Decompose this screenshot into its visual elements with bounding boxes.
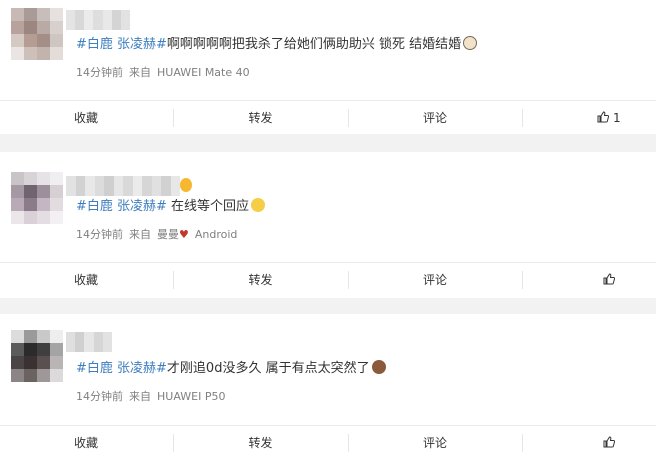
repost-button[interactable]: 转发: [174, 263, 347, 297]
post-time[interactable]: 14分钟前: [76, 66, 123, 79]
post-content: #白鹿 张凌赫#啊啊啊啊啊把我杀了给她们俩助助兴 锁死 结婚结婚: [76, 36, 478, 54]
badge-icon: [180, 178, 192, 192]
source-prefix: 来自: [129, 66, 151, 79]
hashtag-link[interactable]: #白鹿 张凌赫#: [76, 37, 167, 52]
divider: [522, 434, 523, 452]
like-button[interactable]: 1: [553, 101, 656, 135]
divider: [522, 271, 523, 289]
post-content: #白鹿 张凌赫# 在线等个回应: [76, 198, 266, 216]
action-bar: 收藏 转发 评论: [0, 425, 656, 460]
repost-button[interactable]: 转发: [174, 426, 347, 460]
post-meta: 14分钟前 来自 HUAWEI P50: [76, 388, 231, 404]
comment-button[interactable]: 评论: [349, 263, 521, 297]
crying-face-icon: [251, 198, 266, 212]
post-meta: 14分钟前 来自 曼曼♥ Android: [76, 226, 243, 242]
like-button[interactable]: [553, 263, 656, 297]
thumbs-up-icon: [603, 273, 615, 285]
thumbs-up-icon: [603, 436, 615, 448]
like-count: 1: [613, 111, 621, 125]
divider: [522, 109, 523, 127]
post-content: #白鹿 张凌赫#才刚追0d没多久 属于有点太突然了: [76, 360, 386, 378]
favorite-button[interactable]: 收藏: [0, 263, 172, 297]
avatar[interactable]: [11, 8, 63, 60]
post-source: HUAWEI Mate 40: [157, 66, 250, 79]
weibo-post: #白鹿 张凌赫#才刚追0d没多久 属于有点太突然了 14分钟前 来自 HUAWEI …: [0, 314, 656, 461]
avatar[interactable]: [11, 172, 63, 224]
post-time[interactable]: 14分钟前: [76, 228, 123, 241]
post-source: HUAWEI P50: [157, 390, 226, 403]
favorite-button[interactable]: 收藏: [0, 426, 172, 460]
weibo-post: #白鹿 张凌赫# 在线等个回应 14分钟前 来自 曼曼♥ Android 收藏 转发 …: [0, 152, 656, 298]
hashtag-link[interactable]: #白鹿 张凌赫#: [76, 199, 167, 214]
post-text: 啊啊啊啊啊把我杀了给她们俩助助兴 锁死 结婚结婚: [166, 37, 462, 52]
like-button[interactable]: [553, 426, 656, 460]
username-blurred[interactable]: [66, 176, 180, 196]
action-bar: 收藏 转发 评论: [0, 262, 656, 297]
post-source: Android: [194, 228, 238, 241]
comment-button[interactable]: 评论: [349, 426, 521, 460]
repost-button[interactable]: 转发: [174, 101, 347, 135]
username-blurred[interactable]: [66, 332, 112, 352]
post-text: 在线等个回应: [166, 199, 250, 214]
hashtag-link[interactable]: #白鹿 张凌赫#: [76, 361, 167, 376]
action-bar: 收藏 转发 评论 1: [0, 100, 656, 135]
post-text: 才刚追0d没多久 属于有点太突然了: [166, 361, 370, 376]
comment-button[interactable]: 评论: [349, 101, 521, 135]
source-prefix: 来自: [129, 228, 151, 241]
heart-icon: ♥: [179, 228, 189, 241]
source-prefix: 来自: [129, 390, 151, 403]
face-icon: [463, 36, 478, 50]
thumbs-up-icon: [597, 111, 609, 123]
source-name: 曼曼: [157, 228, 179, 241]
weibo-post: #白鹿 张凌赫#啊啊啊啊啊把我杀了给她们俩助助兴 锁死 结婚结婚 14分钟前 来自…: [0, 0, 656, 134]
username-blurred[interactable]: [66, 10, 130, 30]
post-meta: 14分钟前 来自 HUAWEI Mate 40: [76, 64, 256, 80]
favorite-button[interactable]: 收藏: [0, 101, 172, 135]
monkey-face-icon: [371, 360, 386, 374]
avatar[interactable]: [11, 330, 63, 382]
post-time[interactable]: 14分钟前: [76, 390, 123, 403]
